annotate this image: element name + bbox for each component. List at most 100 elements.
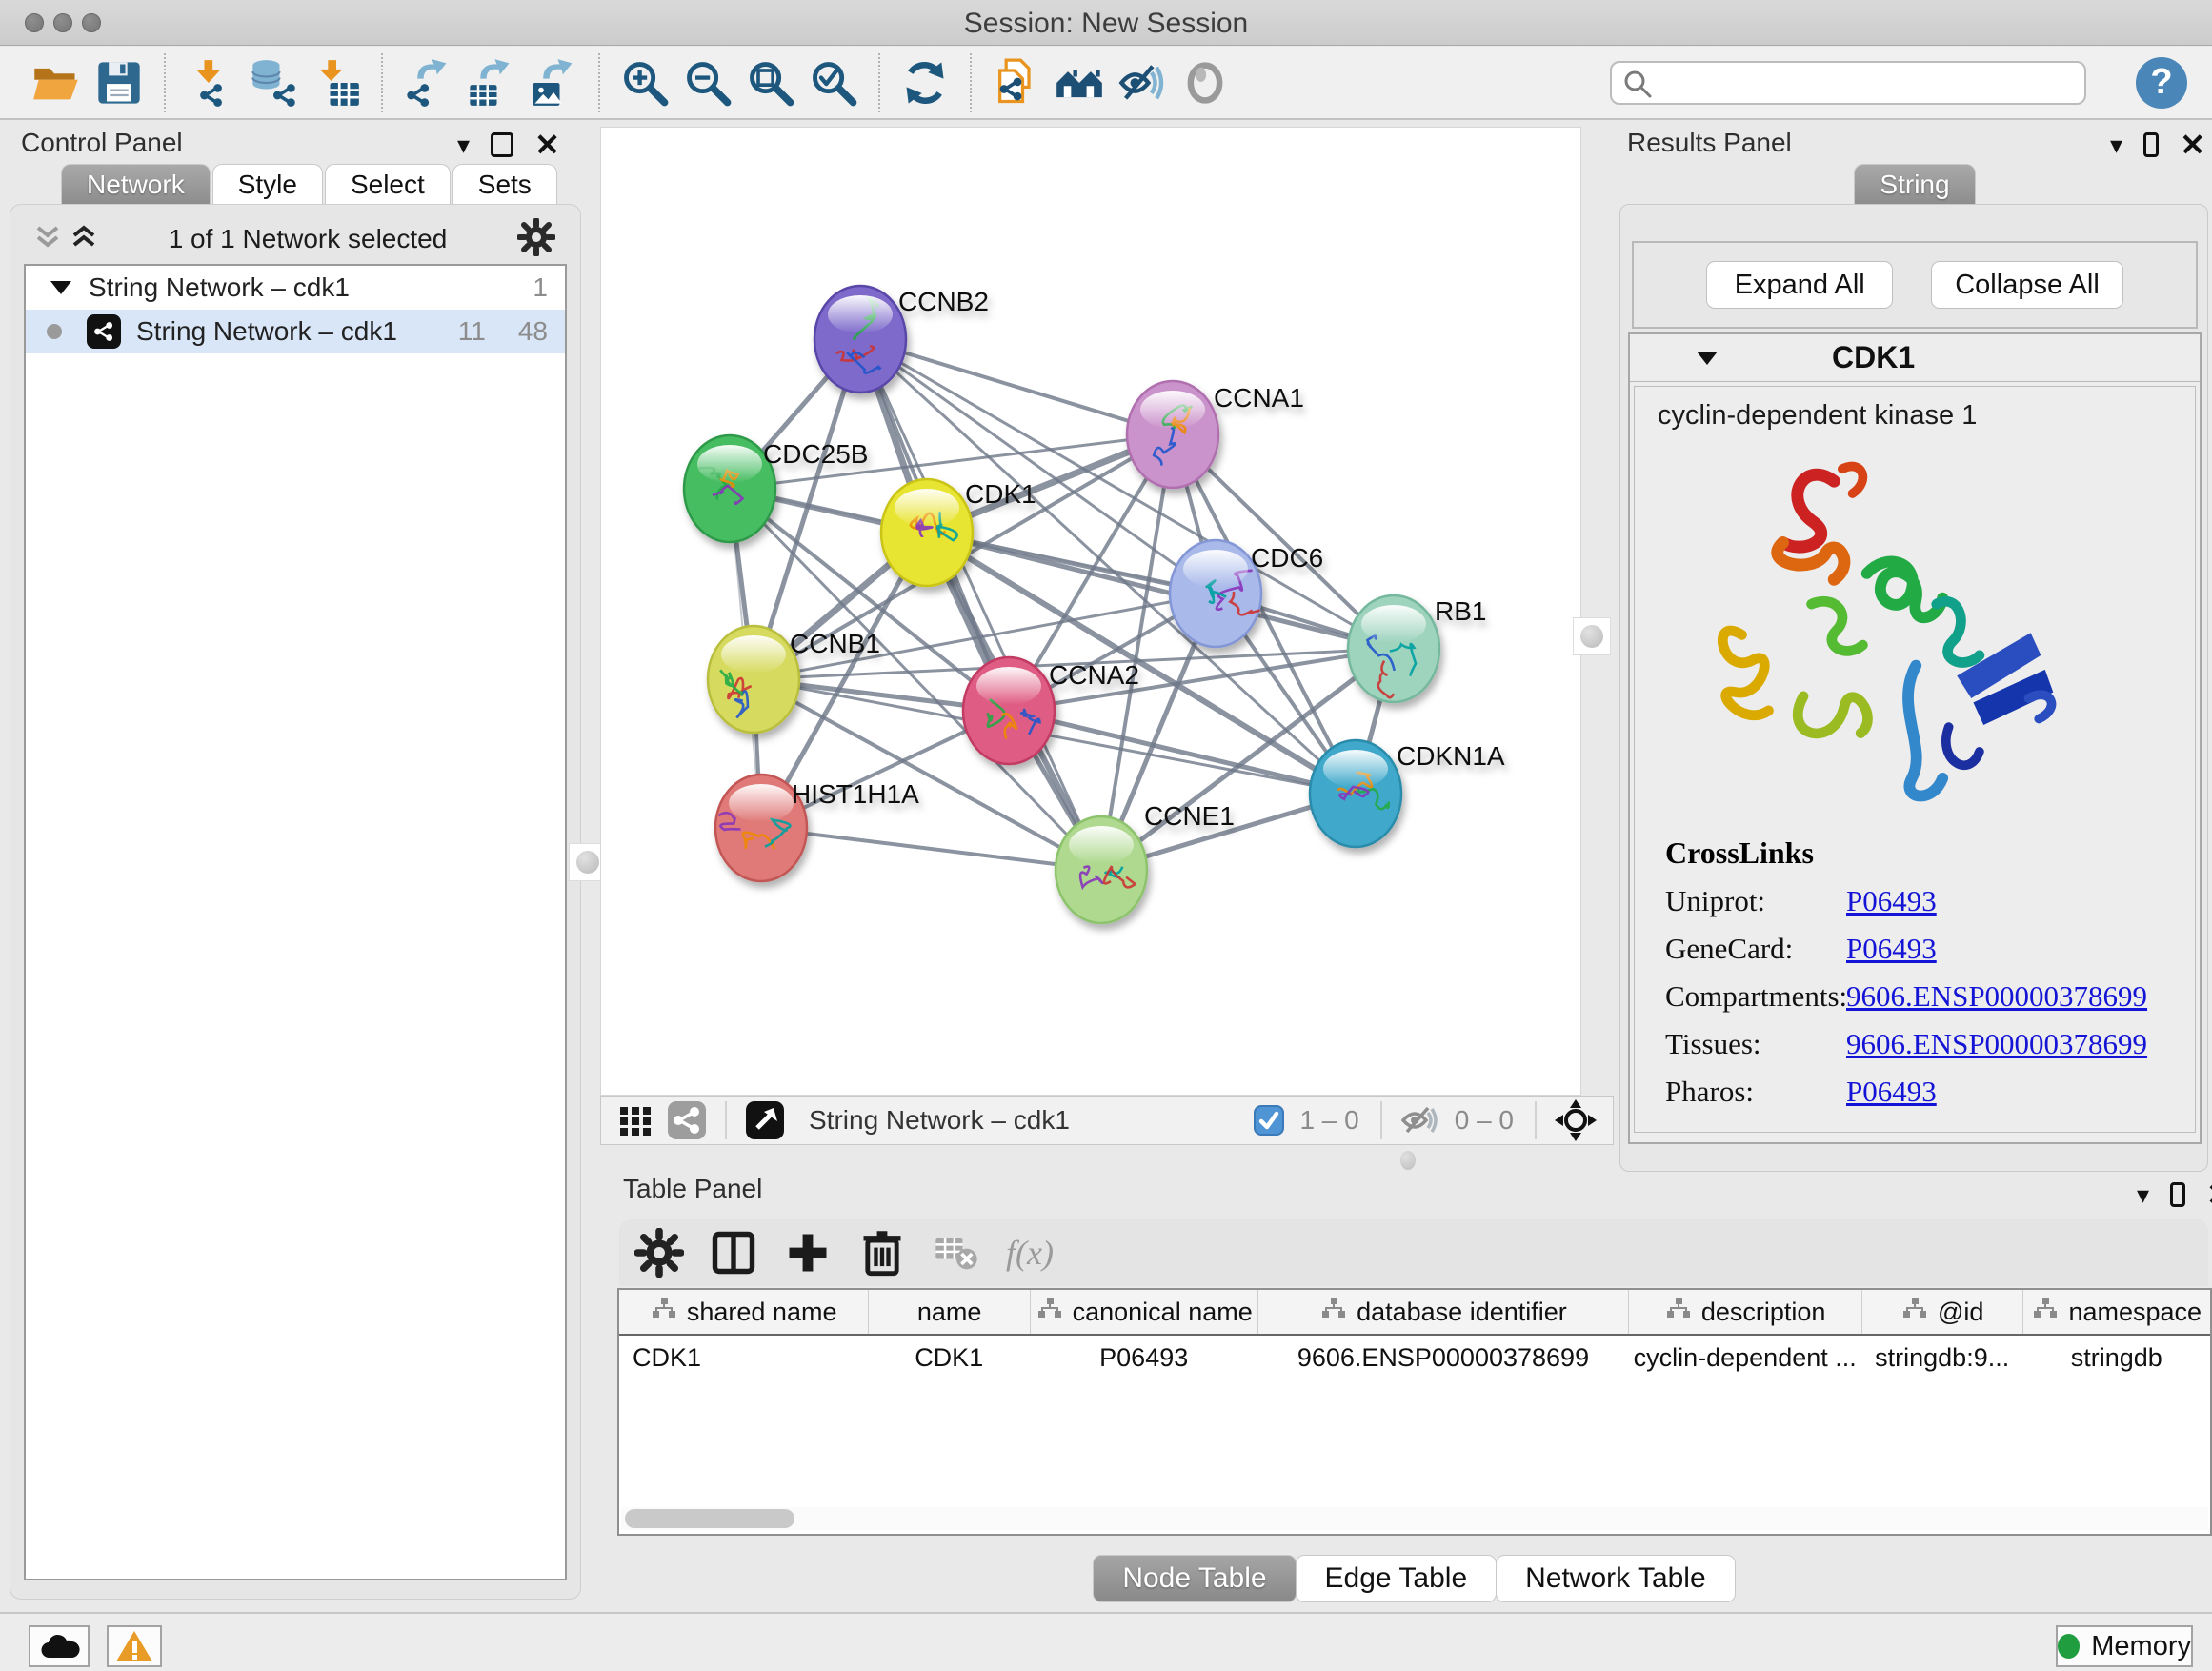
selected-checkbox-icon[interactable] <box>1254 1105 1284 1136</box>
tab-node-table[interactable]: Node Table <box>1093 1555 1296 1602</box>
toolbar-separator <box>164 53 166 112</box>
maximize-panel-icon[interactable] <box>2170 1182 2185 1207</box>
show-all-button[interactable] <box>1174 51 1237 114</box>
tab-edge-table[interactable]: Edge Table <box>1296 1555 1498 1602</box>
results-panel: Results Panel String Expand All Collapse… <box>1619 120 2212 1174</box>
memory-button[interactable]: Memory <box>2056 1625 2193 1667</box>
export-image-button[interactable] <box>522 51 585 114</box>
network-edge <box>860 339 1173 434</box>
expand-all-button[interactable]: Expand All <box>1706 261 1893 309</box>
column-header-shared-name[interactable]: shared name <box>619 1290 868 1334</box>
zoom-fit-button[interactable] <box>739 51 802 114</box>
network-node-CDKN1A[interactable]: CDKN1A <box>1310 740 1505 847</box>
right-splitter-handle[interactable] <box>1573 617 1611 655</box>
column-header-namespace[interactable]: namespace <box>2022 1290 2210 1334</box>
float-panel-icon[interactable]: ▾ <box>2110 132 2122 157</box>
show-columns-button[interactable] <box>709 1228 758 1278</box>
warnings-button[interactable] <box>107 1625 162 1667</box>
share-network-icon[interactable] <box>666 1099 708 1141</box>
zoom-in-button[interactable] <box>613 51 676 114</box>
tab-network-table[interactable]: Network Table <box>1496 1555 1736 1602</box>
expand-all-icon[interactable] <box>70 222 98 257</box>
export-table-button[interactable] <box>459 51 522 114</box>
import-database-button[interactable] <box>242 51 305 114</box>
refresh-button[interactable] <box>894 51 956 114</box>
zoom-selected-button[interactable] <box>802 51 865 114</box>
tab-style[interactable]: Style <box>212 164 323 204</box>
float-panel-icon[interactable]: ▾ <box>457 132 470 157</box>
network-canvas[interactable]: CCNB2CCNA1CDC25BCDK1CDC6RB1CCNB1CCNA2CDK… <box>600 127 1581 1096</box>
tab-string[interactable]: String <box>1854 164 1975 204</box>
table-hscrollbar[interactable] <box>621 1507 2208 1530</box>
table-panel-title: Table Panel <box>623 1174 762 1204</box>
network-graph[interactable]: CCNB2CCNA1CDC25BCDK1CDC6RB1CCNB1CCNA2CDK… <box>601 128 1580 1095</box>
maximize-panel-icon[interactable] <box>2143 132 2159 157</box>
tab-network[interactable]: Network <box>61 164 211 204</box>
close-panel-icon[interactable]: ✕ <box>2180 130 2205 160</box>
node-label: CDK1 <box>965 479 1036 509</box>
cloud-button[interactable] <box>29 1625 90 1667</box>
collapse-all-button[interactable]: Collapse All <box>1931 261 2123 309</box>
open-session-button[interactable] <box>25 51 88 114</box>
first-neighbors-button[interactable] <box>1048 51 1111 114</box>
crosslink-row: Uniprot:P06493 <box>1665 884 2195 918</box>
crosslink-link[interactable]: P06493 <box>1846 1075 1937 1109</box>
network-edge <box>761 828 1101 870</box>
table-type-tabs: Node TableEdge TableNetwork Table <box>617 1555 2212 1602</box>
center-view-crosshair-icon[interactable] <box>1554 1098 1598 1142</box>
column-header-canonical-name[interactable]: canonical name <box>1030 1290 1257 1334</box>
tab-sets[interactable]: Sets <box>452 164 557 204</box>
node-table: shared namenamecanonical namedatabase id… <box>617 1288 2212 1536</box>
crosslink-link[interactable]: P06493 <box>1846 932 1937 966</box>
scrollbar-thumb[interactable] <box>625 1509 794 1528</box>
export-network-button[interactable] <box>396 51 459 114</box>
maximize-panel-icon[interactable] <box>491 132 513 157</box>
import-table-button[interactable] <box>305 51 368 114</box>
close-panel-icon[interactable]: ✕ <box>2206 1179 2212 1210</box>
table-settings-button[interactable] <box>634 1228 684 1278</box>
toolbar-separator <box>598 53 600 112</box>
float-panel-icon[interactable]: ▾ <box>2137 1182 2149 1207</box>
table-row[interactable]: CDK1CDK1P064939606.ENSP00000378699cyclin… <box>619 1336 2210 1379</box>
string-results-box: Expand All Collapse All CDK1 cyclin-depe… <box>1619 204 2208 1172</box>
close-panel-icon[interactable]: ✕ <box>534 130 560 160</box>
column-header-description[interactable]: description <box>1628 1290 1860 1334</box>
hide-selected-button[interactable] <box>1111 51 1174 114</box>
birdseye-view-icon[interactable] <box>616 1101 654 1139</box>
toolbar-separator <box>970 53 972 112</box>
network-node-RB1[interactable]: RB1 <box>1348 595 1486 702</box>
network-node-CDK1[interactable]: CDK1 <box>881 479 1036 586</box>
network-node-CCNE1[interactable]: CCNE1 <box>1056 801 1235 923</box>
delete-column-button[interactable] <box>857 1228 907 1278</box>
column-header--id[interactable]: @id <box>1861 1290 2023 1334</box>
save-session-button[interactable] <box>88 51 151 114</box>
gene-header[interactable]: CDK1 <box>1630 334 2200 382</box>
network-node-CCNB1[interactable]: CCNB1 <box>708 626 880 733</box>
network-row[interactable]: String Network – cdk1 11 48 <box>26 310 565 353</box>
crosslink-link[interactable]: 9606.ENSP00000378699 <box>1846 1027 2147 1061</box>
crosslink-link[interactable]: P06493 <box>1846 884 1937 918</box>
network-options-gear-icon[interactable] <box>517 218 555 261</box>
import-network-button[interactable] <box>179 51 242 114</box>
crosslink-link[interactable]: 9606.ENSP00000378699 <box>1846 979 2147 1014</box>
clone-network-button[interactable] <box>985 51 1048 114</box>
collapse-all-icon[interactable] <box>33 222 62 257</box>
zoom-out-button[interactable] <box>676 51 739 114</box>
open-in-window-icon[interactable] <box>744 1099 786 1141</box>
search-input[interactable] <box>1610 61 2086 105</box>
function-builder-button[interactable]: f(x) <box>1006 1228 1054 1278</box>
collection-caret-icon[interactable] <box>50 281 71 294</box>
tab-select[interactable]: Select <box>325 164 451 204</box>
hidden-eye-icon[interactable] <box>1399 1103 1439 1137</box>
network-collection-row[interactable]: String Network – cdk1 1 <box>26 266 565 310</box>
column-header-name[interactable]: name <box>868 1290 1030 1334</box>
network-node-CCNA1[interactable]: CCNA1 <box>1127 381 1304 488</box>
network-tab-content: 1 of 1 Network selected String Network –… <box>10 204 581 1600</box>
help-button[interactable]: ? <box>2136 57 2187 109</box>
column-header-database-identifier[interactable]: database identifier <box>1257 1290 1628 1334</box>
network-node-HIST1H1A[interactable]: HIST1H1A <box>715 775 919 881</box>
add-column-button[interactable] <box>783 1228 833 1278</box>
horizontal-splitter-handle[interactable] <box>1400 1151 1416 1170</box>
delete-table-button[interactable] <box>932 1228 981 1278</box>
gene-caret-icon[interactable] <box>1697 352 1718 365</box>
